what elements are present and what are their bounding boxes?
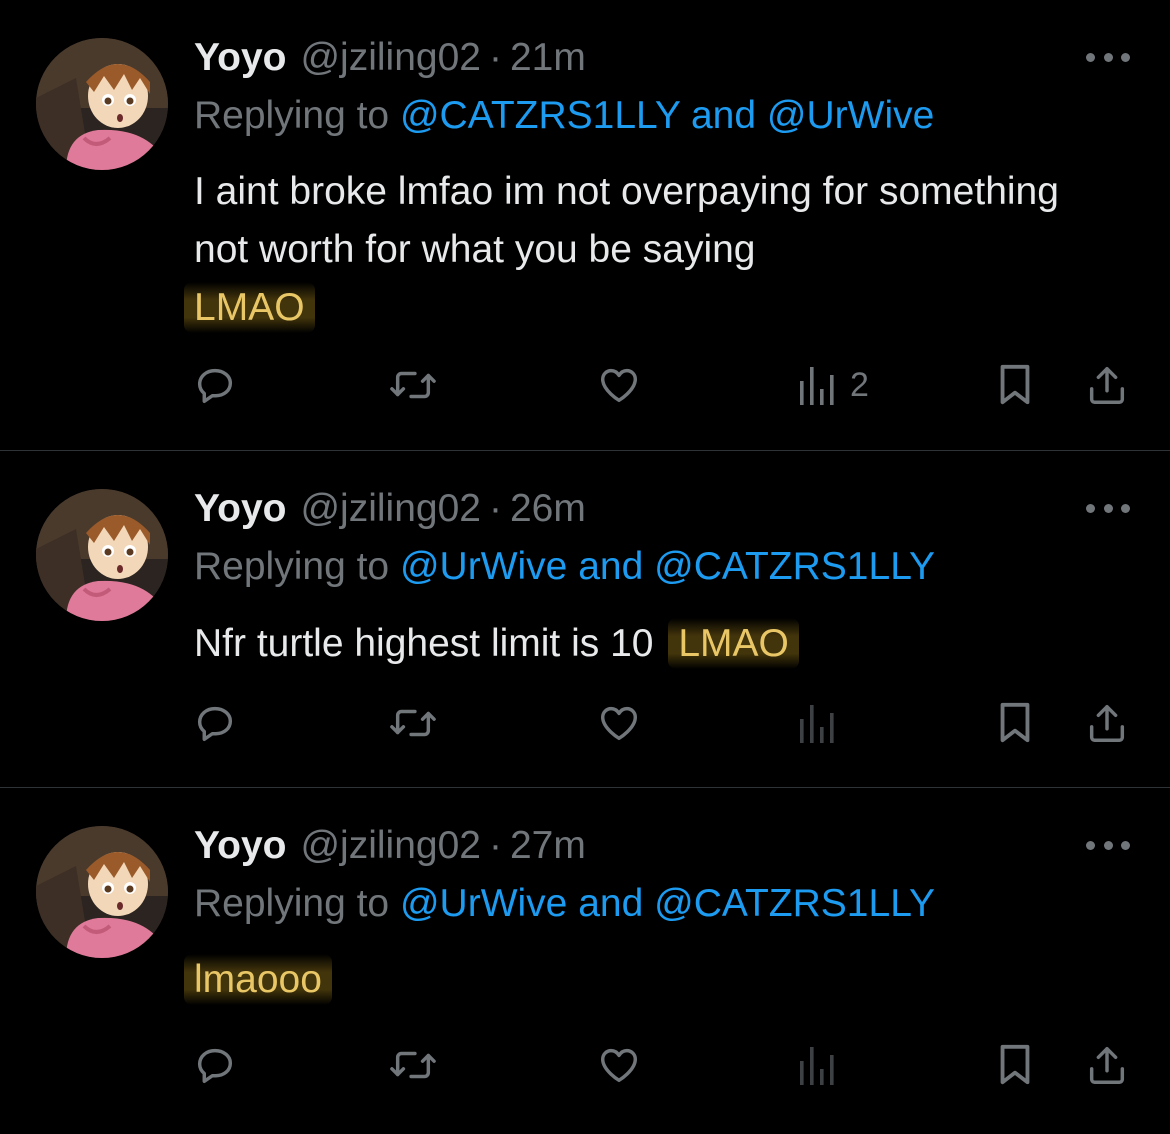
retweet-icon <box>390 709 436 737</box>
tweet-header: Yoyo @jziling02 · 21m <box>194 36 586 86</box>
share-button[interactable] <box>1084 698 1130 748</box>
replying-to-label: Replying to <box>194 94 390 137</box>
views-button[interactable] <box>796 698 836 748</box>
action-bar <box>0 1040 1170 1090</box>
share-button[interactable] <box>1084 360 1130 410</box>
tweet-text-main: Nfr turtle highest limit is 10 <box>194 622 654 665</box>
share-button[interactable] <box>1084 1040 1130 1090</box>
tweet[interactable]: Yoyo @jziling02 · 21m Replying to @CATZR… <box>0 0 1170 450</box>
views-bar-chart-icon <box>800 705 834 743</box>
share-icon <box>1089 1046 1125 1084</box>
bookmark-button[interactable] <box>994 1040 1036 1090</box>
tweet-text: I aint broke lmfao im not overpaying for… <box>184 163 1114 337</box>
like-button[interactable] <box>596 1040 642 1090</box>
replying-to-line: Replying to @UrWive and @CATZRS1LLY <box>194 882 935 926</box>
bookmark-icon <box>1000 1044 1030 1085</box>
replying-to-label: Replying to <box>194 882 390 925</box>
like-button[interactable] <box>596 698 642 748</box>
more-options-button[interactable] <box>1086 838 1130 852</box>
views-bar-chart-icon <box>800 367 834 405</box>
views-button[interactable]: 2 <box>796 360 869 410</box>
replying-to-label: Replying to <box>194 545 390 588</box>
highlighted-text: LMAO <box>668 618 799 669</box>
retweet-icon <box>390 1051 436 1079</box>
more-options-button[interactable] <box>1086 50 1130 64</box>
tweet-header: Yoyo @jziling02 · 26m <box>194 487 586 537</box>
highlighted-text: lmaooo <box>184 954 332 1005</box>
avatar[interactable] <box>36 826 168 958</box>
replying-to-users[interactable]: @CATZRS1LLY and @UrWive <box>400 94 934 137</box>
views-button[interactable] <box>796 1040 836 1090</box>
avatar-image <box>36 489 168 621</box>
action-bar: 2 <box>0 360 1170 410</box>
tweet[interactable]: Yoyo @jziling02 · 27m Replying to @UrWiv… <box>0 788 1170 1134</box>
avatar[interactable] <box>36 489 168 621</box>
tweet-feed: Yoyo @jziling02 · 21m Replying to @CATZR… <box>0 0 1170 1134</box>
tweet-header: Yoyo @jziling02 · 27m <box>194 824 586 874</box>
user-handle[interactable]: @jziling02 <box>300 824 481 868</box>
tweet-text-main: I aint broke lmfao im not overpaying for… <box>194 170 1059 271</box>
display-name[interactable]: Yoyo <box>194 487 286 531</box>
more-options-button[interactable] <box>1086 501 1130 515</box>
reply-button[interactable] <box>192 360 238 410</box>
reply-bubble-icon <box>197 1048 233 1084</box>
reply-button[interactable] <box>192 1040 238 1090</box>
replying-to-line: Replying to @CATZRS1LLY and @UrWive <box>194 94 934 138</box>
share-icon <box>1089 366 1125 404</box>
tweet-text: Nfr turtle highest limit is 10 LMAO <box>194 615 1114 673</box>
retweet-button[interactable] <box>388 360 438 410</box>
timestamp[interactable]: 26m <box>510 487 586 531</box>
action-bar <box>0 698 1170 748</box>
replying-to-line: Replying to @UrWive and @CATZRS1LLY <box>194 545 935 589</box>
heart-icon <box>600 368 638 403</box>
bookmark-button[interactable] <box>994 698 1036 748</box>
separator-dot: · <box>488 487 502 530</box>
timestamp[interactable]: 21m <box>510 36 586 80</box>
retweet-icon <box>390 371 436 399</box>
more-horizontal-icon <box>1086 503 1095 513</box>
avatar[interactable] <box>36 38 168 170</box>
heart-icon <box>600 706 638 741</box>
bookmark-icon <box>1000 364 1030 405</box>
avatar-image <box>36 38 168 170</box>
heart-icon <box>600 1048 638 1083</box>
user-handle[interactable]: @jziling02 <box>300 36 481 80</box>
bookmark-icon <box>1000 702 1030 743</box>
bookmark-button[interactable] <box>994 360 1036 410</box>
views-bar-chart-icon <box>800 1047 834 1085</box>
more-horizontal-icon <box>1086 52 1095 62</box>
display-name[interactable]: Yoyo <box>194 824 286 868</box>
share-icon <box>1089 704 1125 742</box>
highlighted-text: LMAO <box>184 282 315 333</box>
tweet[interactable]: Yoyo @jziling02 · 26m Replying to @UrWiv… <box>0 451 1170 787</box>
retweet-button[interactable] <box>388 1040 438 1090</box>
more-horizontal-icon <box>1086 840 1095 850</box>
replying-to-users[interactable]: @UrWive and @CATZRS1LLY <box>400 545 935 588</box>
reply-bubble-icon <box>197 706 233 742</box>
views-count: 2 <box>850 365 869 404</box>
replying-to-users[interactable]: @UrWive and @CATZRS1LLY <box>400 882 935 925</box>
tweet-text: lmaooo <box>184 951 1114 1009</box>
display-name[interactable]: Yoyo <box>194 36 286 80</box>
reply-button[interactable] <box>192 698 238 748</box>
avatar-image <box>36 826 168 958</box>
user-handle[interactable]: @jziling02 <box>300 487 481 531</box>
reply-bubble-icon <box>197 368 233 404</box>
timestamp[interactable]: 27m <box>510 824 586 868</box>
separator-dot: · <box>488 824 502 867</box>
like-button[interactable] <box>596 360 642 410</box>
retweet-button[interactable] <box>388 698 438 748</box>
separator-dot: · <box>488 36 502 79</box>
